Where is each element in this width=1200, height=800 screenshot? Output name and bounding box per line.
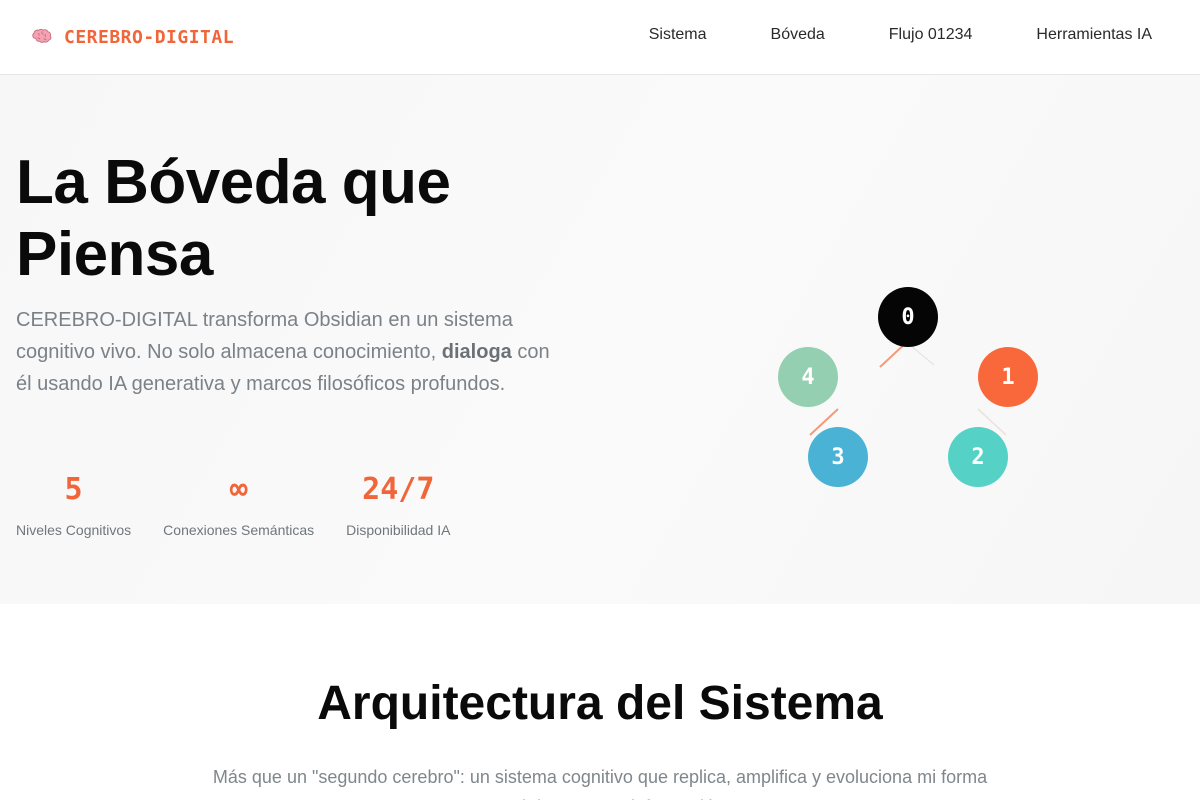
- nav-item-sistema[interactable]: Sistema: [649, 26, 707, 44]
- hero-title-line2: Piensa: [16, 220, 213, 289]
- stat-value: 24/7: [362, 472, 435, 507]
- network-node-1[interactable]: 1: [978, 347, 1038, 407]
- stat-value: 5: [64, 472, 83, 507]
- stat-conexiones: ∞ Conexiones Semánticas: [163, 472, 314, 538]
- brand-logo[interactable]: CEREBRO-DIGITAL: [30, 24, 234, 50]
- stat-label: Conexiones Semánticas: [163, 522, 315, 538]
- main-nav: Sistema Bóveda Flujo 01234 Herramientas …: [649, 26, 1152, 44]
- cognitive-network-graph: 0 1 2 3 4: [760, 195, 1080, 487]
- hero-desc-part1: CEREBRO-DIGITAL transforma Obsidian en u…: [16, 309, 513, 363]
- top-navbar: CEREBRO-DIGITAL Sistema Bóveda Flujo 012…: [0, 0, 1200, 75]
- section-description: Más que un "segundo cerebro": un sistema…: [212, 767, 988, 800]
- hero-stats: 5 Niveles Cognitivos ∞ Conexiones Semánt…: [16, 472, 482, 538]
- stat-label: Niveles Cognitivos: [16, 522, 132, 538]
- hero-desc-bold: dialoga: [441, 341, 512, 363]
- stat-label: Disponibilidad IA: [346, 522, 451, 538]
- stat-disponibilidad: 24/7 Disponibilidad IA: [346, 472, 450, 538]
- network-node-4[interactable]: 4: [778, 347, 838, 407]
- nav-item-flujo[interactable]: Flujo 01234: [889, 26, 973, 44]
- nav-item-boveda[interactable]: Bóveda: [771, 26, 825, 44]
- brain-icon: [30, 25, 54, 49]
- nav-item-herramientas-ia[interactable]: Herramientas IA: [1036, 26, 1152, 44]
- stat-niveles: 5 Niveles Cognitivos: [16, 472, 131, 538]
- hero-section: La Bóveda que Piensa CEREBRO-DIGITAL tra…: [0, 75, 1200, 604]
- hero-title-line1: La Bóveda que: [16, 148, 451, 217]
- hero-description: CEREBRO-DIGITAL transforma Obsidian en u…: [16, 304, 561, 400]
- stat-value: ∞: [229, 472, 248, 507]
- hero-title: La Bóveda que Piensa: [16, 147, 576, 291]
- network-node-2[interactable]: 2: [948, 427, 1008, 487]
- network-node-0[interactable]: 0: [878, 287, 938, 347]
- brand-name: CEREBRO-DIGITAL: [64, 26, 235, 48]
- section-title: Arquitectura del Sistema: [317, 677, 883, 730]
- network-node-3[interactable]: 3: [808, 427, 868, 487]
